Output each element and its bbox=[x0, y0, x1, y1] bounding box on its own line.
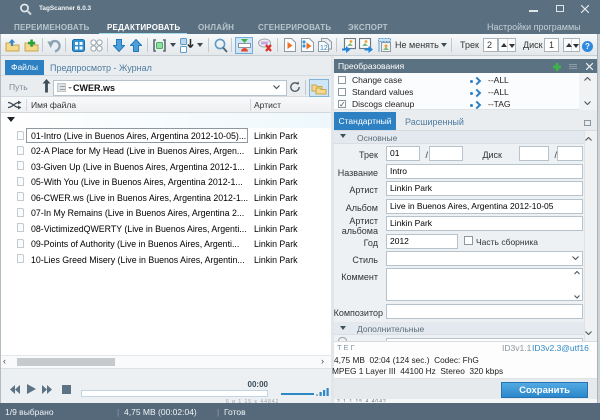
svg-text:12: 12 bbox=[320, 45, 328, 52]
